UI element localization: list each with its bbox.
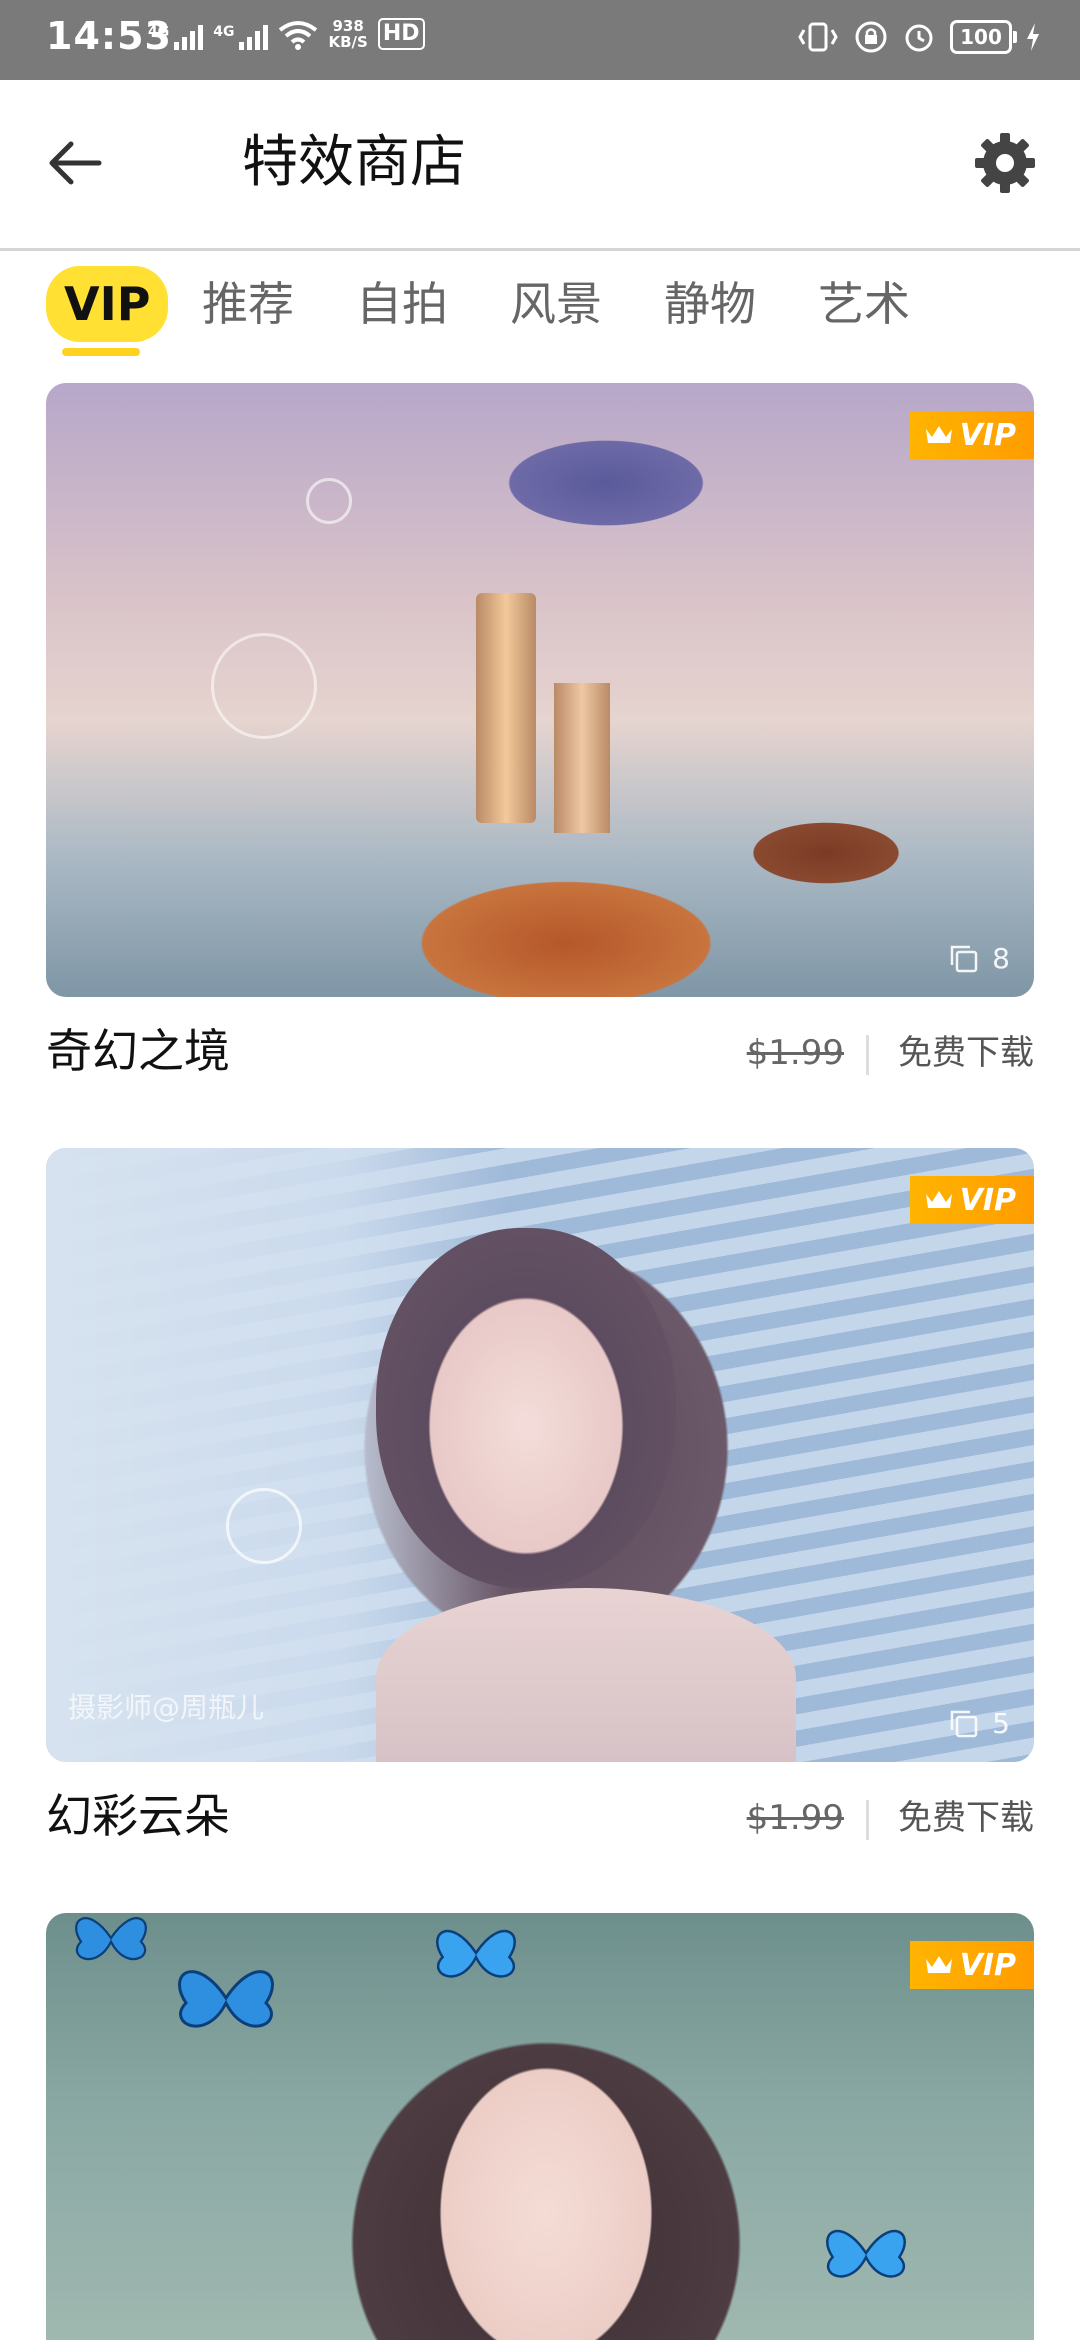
free-download-button[interactable]: 免费下载 — [898, 1031, 1034, 1075]
vip-badge: VIP — [909, 411, 1034, 459]
status-right-icons: 100 — [796, 20, 1040, 54]
crown-icon — [925, 426, 952, 443]
shoulders-shape — [376, 1588, 796, 1762]
tab-selfie[interactable]: 自拍 — [356, 266, 448, 342]
effect-preview-image[interactable]: VIP 8 — [46, 383, 1034, 997]
original-price: $1.99 — [746, 1033, 844, 1073]
vibrate-icon — [798, 22, 838, 52]
tab-still-life[interactable]: 静物 — [664, 266, 756, 342]
bubble-shape — [226, 1488, 302, 1564]
network-speed: 938 KB/S — [328, 17, 368, 51]
vip-badge: VIP — [909, 1176, 1034, 1224]
hd-icon: HD — [377, 18, 425, 50]
bubble-shape — [306, 478, 352, 524]
alarm-icon — [905, 24, 933, 52]
image-count: 8 — [948, 942, 1010, 975]
images-stack-icon — [950, 945, 978, 972]
status-bar: 14:53 4G 4G 938 KB/S HD 100 — [0, 0, 1080, 80]
vip-badge: VIP — [909, 1941, 1034, 1989]
butterfly-icon — [826, 2229, 906, 2278]
effect-name: 幻彩云朵 — [46, 1789, 230, 1843]
portrait-shape — [376, 1228, 676, 1588]
divider — [866, 1800, 869, 1840]
page-title: 特效商店 — [242, 130, 466, 195]
category-tabs: VIP 推荐 自拍 风景 静物 艺术 — [0, 252, 1080, 370]
images-stack-icon — [950, 1710, 978, 1737]
divider — [866, 1035, 869, 1075]
butterfly-icon — [436, 1929, 516, 1978]
effect-preview-image[interactable]: 摄影师@周瓶儿 VIP 5 — [46, 1148, 1034, 1762]
crown-icon — [925, 1956, 952, 1973]
battery-icon: 100 — [950, 20, 1017, 54]
tab-vip[interactable]: VIP — [46, 266, 169, 342]
free-download-button[interactable]: 免费下载 — [898, 1796, 1034, 1840]
signal-icon: 4G — [213, 25, 269, 50]
gear-icon — [975, 133, 1035, 193]
status-left-icons: 4G 4G 938 KB/S HD — [148, 18, 425, 50]
app-header: 特效商店 — [0, 80, 1080, 251]
crown-icon — [925, 1191, 952, 1208]
tab-recommended[interactable]: 推荐 — [202, 266, 294, 342]
effect-card[interactable]: 摄影师@周瓶儿 VIP 5 幻彩云朵 $1.99 免费下载 — [46, 1148, 1034, 1872]
charging-icon — [1027, 23, 1039, 51]
tower-shape — [554, 683, 610, 833]
lock-rotation-icon — [855, 21, 887, 53]
butterfly-icon — [178, 1970, 274, 2028]
card-info-row: 奇幻之境 $1.99 免费下载 — [46, 997, 1034, 1107]
effect-name: 奇幻之境 — [46, 1024, 230, 1078]
settings-button[interactable] — [970, 128, 1040, 198]
bubble-shape — [211, 633, 317, 739]
original-price: $1.99 — [746, 1798, 844, 1838]
back-button[interactable] — [40, 128, 110, 198]
butterfly-icon — [75, 1917, 147, 1961]
tab-scenery[interactable]: 风景 — [510, 266, 602, 342]
active-tab-indicator — [62, 348, 140, 356]
arrow-left-icon — [49, 141, 102, 185]
photographer-credit: 摄影师@周瓶儿 — [68, 1691, 265, 1724]
signal-icon: 4G — [148, 25, 204, 50]
wifi-icon — [279, 21, 318, 50]
effect-card[interactable]: VIP 8 奇幻之境 $1.99 免费下载 — [46, 383, 1034, 1107]
effect-card[interactable]: VIP — [46, 1913, 1034, 2340]
lighthouse-shape — [476, 593, 536, 823]
tab-art[interactable]: 艺术 — [818, 266, 910, 342]
effect-preview-image[interactable]: VIP — [46, 1913, 1034, 2340]
card-info-row: 幻彩云朵 $1.99 免费下载 — [46, 1762, 1034, 1872]
image-count: 5 — [948, 1707, 1010, 1740]
